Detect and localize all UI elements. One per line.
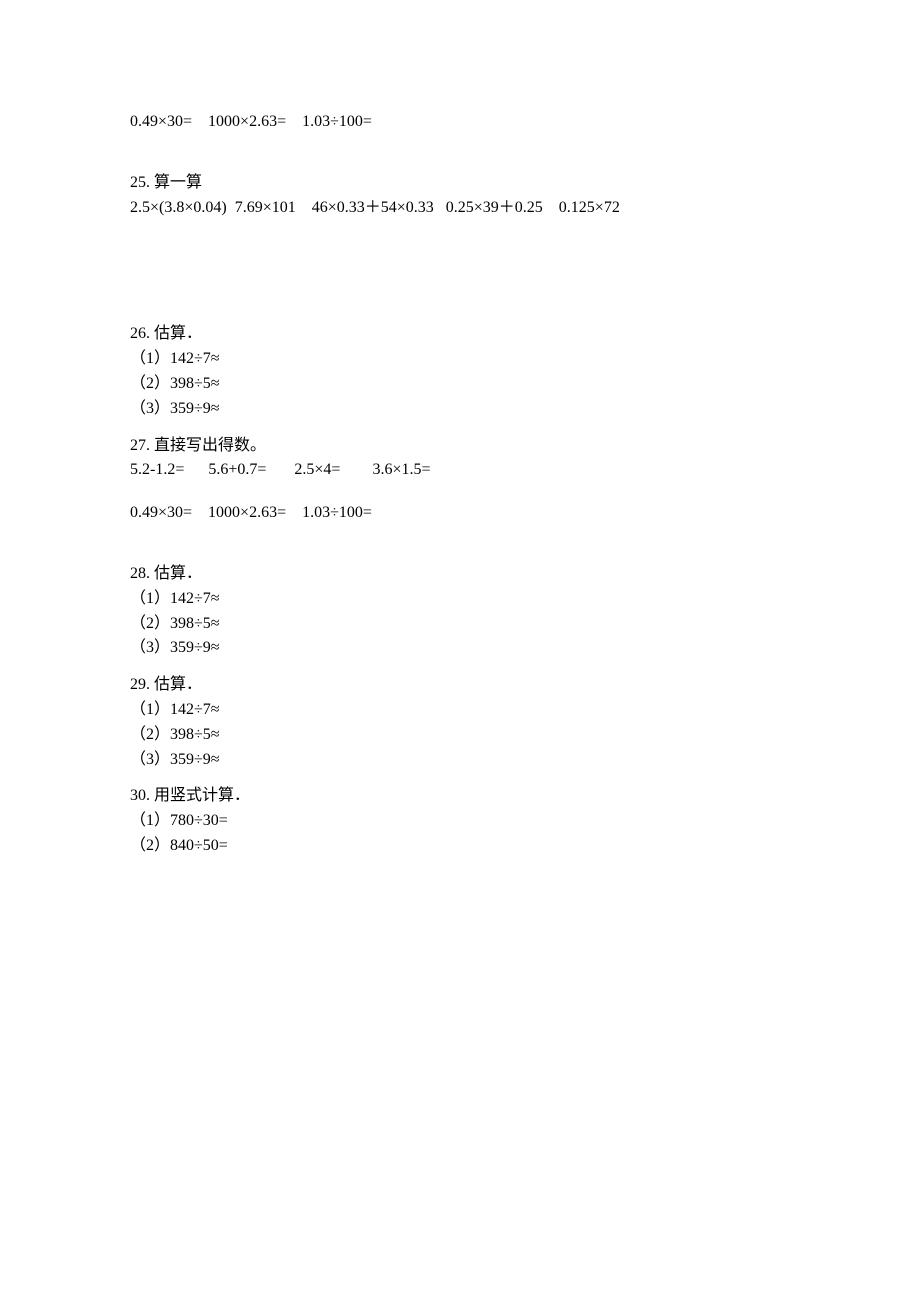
q27-title: 27. 直接写出得数。 [130, 434, 790, 459]
q28-item-1: （1）142÷7≈ [130, 587, 790, 612]
q27-line1: 5.2-1.2= 5.6+0.7= 2.5×4= 3.6×1.5= [130, 458, 790, 483]
q25-content: 2.5×(3.8×0.04) 7.69×101 46×0.33＋54×0.33 … [130, 196, 790, 221]
q30-title: 30. 用竖式计算． [130, 784, 790, 809]
q26-item-3: （3）359÷9≈ [130, 397, 790, 422]
question-30: 30. 用竖式计算． （1）780÷30= （2）840÷50= [130, 784, 790, 858]
top-expression-line: 0.49×30= 1000×2.63= 1.03÷100= [130, 110, 790, 135]
question-28: 28. 估算． （1）142÷7≈ （2）398÷5≈ （3）359÷9≈ [130, 562, 790, 661]
q26-item-2: （2）398÷5≈ [130, 372, 790, 397]
worksheet-page: 0.49×30= 1000×2.63= 1.03÷100= 25. 算一算 2.… [0, 0, 920, 1302]
q28-item-2: （2）398÷5≈ [130, 612, 790, 637]
q29-item-2: （2）398÷5≈ [130, 723, 790, 748]
q28-title: 28. 估算． [130, 562, 790, 587]
q29-item-1: （1）142÷7≈ [130, 698, 790, 723]
q26-item-1: （1）142÷7≈ [130, 347, 790, 372]
q25-title: 25. 算一算 [130, 171, 790, 196]
q26-title: 26. 估算． [130, 322, 790, 347]
question-27: 27. 直接写出得数。 5.2-1.2= 5.6+0.7= 2.5×4= 3.6… [130, 434, 790, 526]
q28-item-3: （3）359÷9≈ [130, 636, 790, 661]
question-29: 29. 估算． （1）142÷7≈ （2）398÷5≈ （3）359÷9≈ [130, 673, 790, 772]
question-26: 26. 估算． （1）142÷7≈ （2）398÷5≈ （3）359÷9≈ [130, 322, 790, 421]
q30-item-1: （1）780÷30= [130, 809, 790, 834]
q29-title: 29. 估算． [130, 673, 790, 698]
question-25: 25. 算一算 2.5×(3.8×0.04) 7.69×101 46×0.33＋… [130, 171, 790, 221]
q27-line2: 0.49×30= 1000×2.63= 1.03÷100= [130, 501, 790, 526]
q30-item-2: （2）840÷50= [130, 834, 790, 859]
q29-item-3: （3）359÷9≈ [130, 748, 790, 773]
